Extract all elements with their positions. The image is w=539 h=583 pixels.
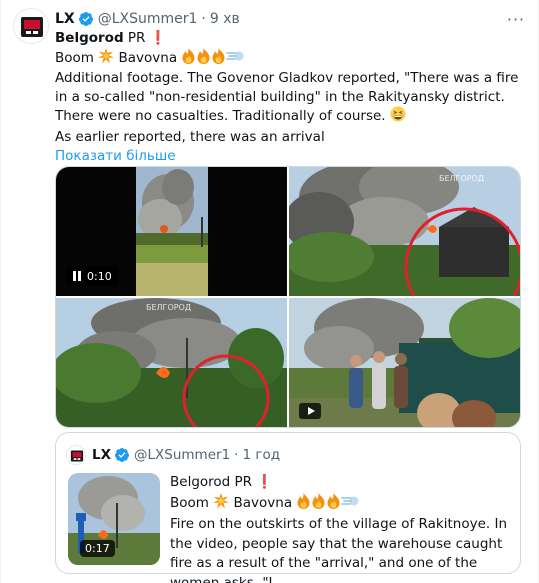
photo-thumbnail[interactable]: БЕЛГОРОД [289,167,520,296]
verified-badge-icon [78,11,94,27]
photo-thumbnail[interactable]: БЕЛГОРОД [56,298,287,427]
quote-line2-b: Bavovna [229,494,297,511]
svg-text:БЕЛГОРОД: БЕЛГОРОД [439,174,484,183]
media-grid: 0:10 БЕЛГОРОД БЕЛГОРОД [55,166,521,428]
grin-icon [390,106,406,128]
quote-author-name[interactable]: LX [92,447,111,463]
video-thumbnail[interactable] [289,298,520,427]
tweet-line1-bold: Belgorod [55,30,124,46]
tweet-line1-rest: PR [123,30,150,46]
video-time: 0:10 [87,269,112,283]
quote-text: Belgorod PR ❗ Boom Bavovna Fire on the o… [170,473,510,583]
fire-icon [196,47,211,70]
quote-timestamp[interactable]: 1 год [242,447,280,463]
quote-body: Fire on the outskirts of the village of … [170,516,507,583]
tweet-header: LX @LXSummer1 · 9 хв ··· [55,9,526,29]
fire-icon [326,492,341,516]
tweet[interactable]: LX @LXSummer1 · 9 хв ··· Belgorod PR ❗ B… [0,0,539,583]
tweet-timestamp[interactable]: 9 хв [210,11,240,27]
author-avatar[interactable] [13,8,49,44]
exclamation-icon: ❗ [256,474,274,490]
quote-video-thumbnail[interactable]: 0:17 [68,473,160,565]
author-name[interactable]: LX [55,11,75,27]
dash-icon [341,493,359,516]
play-icon[interactable] [299,403,321,419]
quote-header: LX @LXSummer1 · 1 год [92,445,280,465]
quote-author-handle[interactable]: @LXSummer1 [134,447,230,463]
more-icon[interactable]: ··· [506,9,526,29]
tweet-line2-a: Boom [55,49,99,66]
quote-line1: Belgorod PR [170,474,257,490]
show-more-link[interactable]: Показати більше [55,147,176,166]
quote-author-avatar[interactable] [66,445,86,465]
separator-dot: · [234,447,239,463]
fire-icon [311,492,326,516]
tweet-line3: Additional footage. The Govenor Gladkov … [55,70,519,124]
fire-icon [296,492,311,516]
video-thumbnail[interactable]: 0:10 [56,167,287,296]
fire-icon [211,47,226,70]
verified-badge-icon [114,447,130,463]
separator-dot: · [201,11,206,27]
dash-icon [226,48,244,70]
video-duration-badge[interactable]: 0:10 [66,266,119,286]
tweet-text: Belgorod PR ❗ Boom Bavovna Additional fo… [55,29,525,166]
collision-icon [213,492,230,516]
collision-icon [98,47,115,70]
pause-icon[interactable] [73,271,81,281]
quoted-tweet[interactable]: LX @LXSummer1 · 1 год 0:17 Belgorod PR ❗… [55,432,521,583]
quote-video-duration[interactable]: 0:17 [80,540,115,557]
tweet-line2-b: Bavovna [114,49,182,66]
tweet-line4: As earlier reported, there was an arriva… [55,128,325,145]
author-handle[interactable]: @LXSummer1 [98,11,198,27]
fire-icon [181,47,196,70]
svg-text:БЕЛГОРОД: БЕЛГОРОД [146,303,191,312]
quote-line2-a: Boom [170,494,214,511]
exclamation-icon: ❗ [149,30,167,46]
